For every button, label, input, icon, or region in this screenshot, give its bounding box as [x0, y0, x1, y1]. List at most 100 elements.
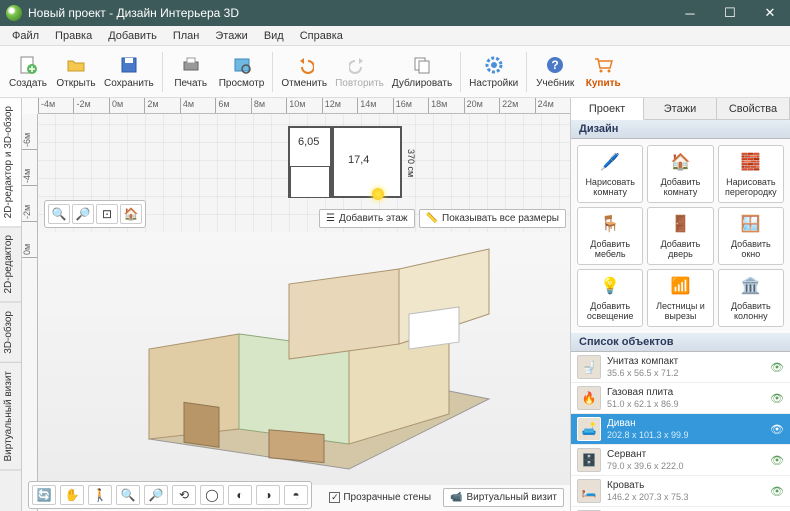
zoom-controls: 🔍 🔎 ⊡ 🏠 [44, 200, 146, 228]
menu-add[interactable]: Добавить [100, 28, 165, 44]
design-btn-7[interactable]: 📶Лестницы ивырезы [647, 269, 713, 327]
side-tab-virtual[interactable]: Виртуальный визит [0, 363, 21, 471]
undo-button[interactable]: Отменить [277, 49, 331, 95]
design-btn-6[interactable]: 💡Добавитьосвещение [577, 269, 643, 327]
zoom-3d-out[interactable]: 🔍 [116, 485, 140, 505]
maximize-button[interactable]: ☐ [710, 0, 750, 26]
design-icon: 🖊️ [598, 151, 622, 175]
create-button[interactable]: Создать [4, 49, 52, 95]
orbit-button[interactable]: 🔄 [32, 485, 56, 505]
side-tab-2d3d[interactable]: 2D-редактор и 3D-обзор [0, 98, 21, 227]
design-icon: 🏠 [668, 151, 692, 175]
side-tabs: 2D-редактор и 3D-обзор 2D-редактор 3D-об… [0, 98, 22, 511]
object-thumb: 🛏️ [577, 479, 601, 503]
preview-icon [231, 54, 253, 76]
design-icon: 💡 [598, 275, 622, 299]
view-tools: 🔄 ✋ 🚶 🔍 🔎 ⟲ ◯ ◐ ◑ ◓ [28, 481, 312, 509]
side-tab-2d[interactable]: 2D-редактор [0, 227, 21, 303]
design-btn-8[interactable]: 🏛️Добавитьколонну [718, 269, 784, 327]
canvas-area: -4м-2м0м2м4м6м8м10м12м14м16м18м20м22м24м… [22, 98, 570, 511]
walk-button[interactable]: 🚶 [88, 485, 112, 505]
view-side-button[interactable]: ◑ [256, 485, 280, 505]
light-marker[interactable] [372, 188, 384, 200]
ruler-vertical: -6м-4м-2м0м [22, 114, 38, 511]
design-btn-4[interactable]: 🚪Добавитьдверь [647, 207, 713, 265]
object-thumb: 🚽 [577, 355, 601, 379]
undo-icon [293, 54, 315, 76]
show-dims-button[interactable]: 📏Показывать все размеры [419, 209, 566, 228]
buy-button[interactable]: Купить [579, 49, 627, 95]
object-list[interactable]: 🚽Унитаз компакт35.6 x 56.5 x 71.2👁🔥Газов… [571, 352, 790, 511]
menu-edit[interactable]: Правка [47, 28, 100, 44]
tab-floors[interactable]: Этажи [644, 98, 717, 119]
camera-icon: 📹 [450, 492, 462, 503]
visibility-icon[interactable]: 👁 [770, 392, 784, 405]
duplicate-button[interactable]: Дублировать [388, 49, 456, 95]
list-item[interactable]: 🗄️Сервант79.0 x 39.6 x 222.0👁 [571, 445, 790, 476]
add-floor-button[interactable]: ☰Добавить этаж [319, 209, 415, 228]
new-file-icon [17, 54, 39, 76]
design-btn-0[interactable]: 🖊️Нарисоватькомнату [577, 145, 643, 203]
folder-open-icon [65, 54, 87, 76]
zoom-out-button[interactable]: 🔍 [48, 204, 70, 224]
view-iso-button[interactable]: ◓ [284, 485, 308, 505]
zoom-in-button[interactable]: 🔎 [72, 204, 94, 224]
stairs-icon: ☰ [326, 213, 335, 224]
zoom-fit-button[interactable]: ⊡ [96, 204, 118, 224]
right-panel: Проект Этажи Свойства Дизайн 🖊️Нарисоват… [570, 98, 790, 511]
pan-button[interactable]: ✋ [60, 485, 84, 505]
design-btn-2[interactable]: 🧱Нарисоватьперегородку [718, 145, 784, 203]
design-btn-5[interactable]: 🪟Добавитьокно [718, 207, 784, 265]
dimension-label: 370 см [406, 149, 416, 177]
list-item[interactable]: 🔥Газовая плита51.0 x 62.1 x 86.9👁 [571, 383, 790, 414]
ruler-icon: 📏 [426, 213, 438, 224]
tab-project[interactable]: Проект [571, 98, 644, 120]
room-area-1: 6,05 [298, 136, 319, 148]
virtual-visit-button[interactable]: 📹Виртуальный визит [443, 488, 564, 507]
design-icon: 🪑 [598, 213, 622, 237]
view-top-button[interactable]: ◯ [200, 485, 224, 505]
view-3d[interactable] [38, 232, 570, 485]
open-button[interactable]: Открыть [52, 49, 100, 95]
menu-view[interactable]: Вид [256, 28, 292, 44]
save-icon [118, 54, 140, 76]
tutorial-button[interactable]: ?Учебник [531, 49, 579, 95]
side-tab-3d[interactable]: 3D-обзор [0, 303, 21, 363]
zoom-3d-in[interactable]: 🔎 [144, 485, 168, 505]
design-btn-3[interactable]: 🪑Добавитьмебель [577, 207, 643, 265]
reset-3d-button[interactable]: ⟲ [172, 485, 196, 505]
visibility-icon[interactable]: 👁 [770, 485, 784, 498]
menu-plan[interactable]: План [165, 28, 208, 44]
visibility-icon[interactable]: 👁 [770, 423, 784, 436]
list-item[interactable]: 🛋️Диван202.8 x 101.3 x 99.9👁 [571, 414, 790, 445]
preview-button[interactable]: Просмотр [215, 49, 269, 95]
visibility-icon[interactable]: 👁 [770, 361, 784, 374]
list-item[interactable]: 🚽Унитаз компакт35.6 x 56.5 x 71.2👁 [571, 352, 790, 383]
print-button[interactable]: Печать [167, 49, 215, 95]
ruler-horizontal: -4м-2м0м2м4м6м8м10м12м14м16м18м20м22м24м [38, 98, 570, 114]
home-button[interactable]: 🏠 [120, 204, 142, 224]
menu-file[interactable]: Файл [4, 28, 47, 44]
visibility-icon[interactable]: 👁 [770, 454, 784, 467]
list-item[interactable]: 🪟Двойное окно👁 [571, 507, 790, 511]
plan-2d-view[interactable]: 6,05 17,4 370 см 🔍 🔎 ⊡ 🏠 ☰Добавить этаж … [38, 114, 570, 232]
redo-icon [348, 54, 370, 76]
object-thumb: 🛋️ [577, 417, 601, 441]
transparent-walls-checkbox[interactable]: ✓Прозрачные стены [329, 492, 431, 503]
toolbar: Создать Открыть Сохранить Печать Просмот… [0, 46, 790, 98]
menu-help[interactable]: Справка [292, 28, 351, 44]
room-area-2: 17,4 [348, 154, 369, 166]
redo-button[interactable]: Повторить [331, 49, 388, 95]
close-button[interactable]: ✕ [750, 0, 790, 26]
design-icon: 🚪 [668, 213, 692, 237]
object-thumb: 🗄️ [577, 448, 601, 472]
view-front-button[interactable]: ◐ [228, 485, 252, 505]
tab-properties[interactable]: Свойства [717, 98, 790, 119]
design-btn-1[interactable]: 🏠Добавитькомнату [647, 145, 713, 203]
settings-button[interactable]: Настройки [465, 49, 522, 95]
cart-icon [592, 54, 614, 76]
list-item[interactable]: 🛏️Кровать146.2 x 207.3 x 75.3👁 [571, 476, 790, 507]
menu-floors[interactable]: Этажи [207, 28, 255, 44]
minimize-button[interactable]: ─ [670, 0, 710, 26]
save-button[interactable]: Сохранить [100, 49, 158, 95]
